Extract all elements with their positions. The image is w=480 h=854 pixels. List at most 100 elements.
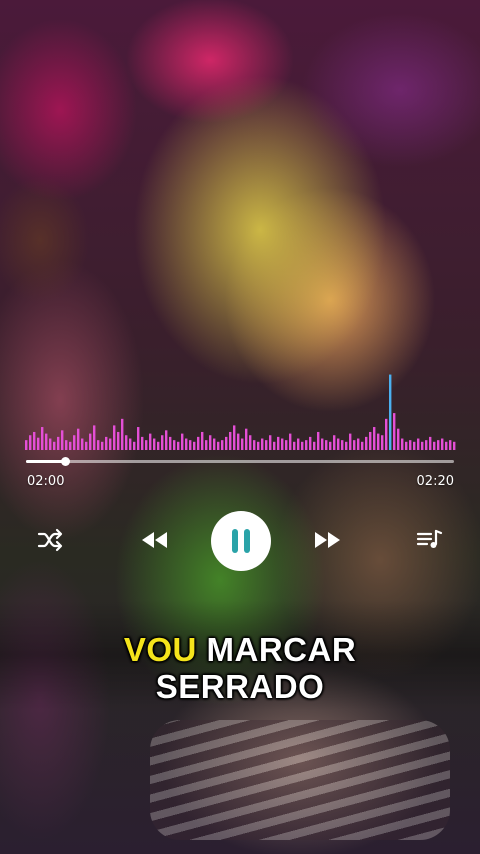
playlist-button[interactable] bbox=[416, 528, 444, 552]
visualizer-bar bbox=[297, 438, 300, 450]
visualizer-bar bbox=[441, 438, 444, 450]
visualizer-bar bbox=[345, 441, 348, 450]
visualizer-bar bbox=[313, 441, 316, 450]
visualizer-bar bbox=[209, 435, 212, 450]
shuffle-button[interactable] bbox=[36, 528, 64, 552]
visualizer-bar bbox=[33, 431, 36, 450]
visualizer-bar bbox=[93, 425, 96, 450]
visualizer-bar bbox=[405, 441, 408, 450]
rewind-button[interactable] bbox=[139, 529, 169, 551]
background-stripe-pattern bbox=[150, 720, 450, 840]
visualizer-bar bbox=[105, 436, 108, 450]
visualizer-bar bbox=[213, 438, 216, 450]
visualizer-bar bbox=[269, 435, 272, 450]
lyrics-caption: VOU MARCAR SERRADO bbox=[0, 631, 480, 705]
visualizer-bar bbox=[37, 437, 40, 450]
playlist-icon bbox=[416, 529, 443, 548]
visualizer-bar bbox=[133, 441, 136, 450]
visualizer-bar bbox=[85, 441, 88, 450]
lyrics-line-1-rest: MARCAR bbox=[196, 631, 357, 668]
visualizer-bar bbox=[129, 438, 132, 450]
visualizer-bar bbox=[301, 441, 304, 450]
visualizer-bar bbox=[121, 418, 124, 450]
progress-fill bbox=[26, 460, 65, 463]
visualizer-bar bbox=[417, 438, 420, 450]
visualizer-bar bbox=[101, 441, 104, 450]
visualizer-bar bbox=[341, 440, 344, 450]
visualizer-bar bbox=[381, 435, 384, 450]
progress-bar[interactable] bbox=[26, 457, 454, 466]
visualizer-bar bbox=[449, 440, 452, 450]
visualizer-bar bbox=[429, 436, 432, 450]
visualizer-bar bbox=[305, 440, 308, 450]
visualizer-bar bbox=[293, 441, 296, 450]
visualizer-bar bbox=[113, 425, 116, 450]
visualizer-bar bbox=[25, 440, 28, 450]
lyrics-line-1: VOU MARCAR bbox=[0, 631, 480, 668]
visualizer-bar bbox=[65, 440, 68, 450]
visualizer-bar bbox=[109, 438, 112, 450]
visualizer-bar bbox=[317, 431, 320, 450]
visualizer-bar bbox=[53, 441, 56, 450]
visualizer-bar bbox=[77, 428, 80, 450]
progress-thumb[interactable] bbox=[60, 457, 70, 466]
visualizer-bar bbox=[117, 431, 120, 450]
visualizer-bar bbox=[329, 441, 332, 450]
visualizer-bar bbox=[145, 440, 148, 450]
visualizer-bar bbox=[433, 441, 436, 450]
visualizer-bar bbox=[401, 438, 404, 450]
visualizer-bar bbox=[181, 433, 184, 450]
visualizer-bar bbox=[373, 427, 376, 450]
visualizer-bar bbox=[189, 440, 192, 450]
visualizer-bar bbox=[249, 435, 252, 450]
visualizer-bar bbox=[357, 438, 360, 450]
rewind-icon bbox=[142, 532, 167, 548]
visualizer-bar bbox=[49, 438, 52, 450]
visualizer-bar bbox=[257, 441, 260, 450]
visualizer-bar bbox=[141, 436, 144, 450]
visualizer-bar bbox=[237, 433, 240, 450]
fast-forward-icon bbox=[315, 532, 340, 548]
pause-button[interactable] bbox=[211, 511, 271, 571]
visualizer-bar bbox=[421, 441, 424, 450]
visualizer-bar bbox=[333, 435, 336, 450]
visualizer-bar bbox=[265, 440, 268, 450]
visualizer-bar bbox=[337, 438, 340, 450]
visualizer-bar bbox=[169, 436, 172, 450]
lyrics-highlighted-word: VOU bbox=[123, 631, 197, 668]
visualizer-bar bbox=[277, 436, 280, 450]
visualizer-bar bbox=[61, 430, 64, 450]
visualizer-bar bbox=[389, 374, 392, 450]
visualizer-bar bbox=[453, 441, 456, 450]
shuffle-icon bbox=[37, 528, 63, 552]
visualizer-bar bbox=[233, 425, 236, 450]
visualizer-bar bbox=[221, 440, 224, 450]
visualizer-bar bbox=[281, 438, 284, 450]
visualizer-bar bbox=[353, 440, 356, 450]
visualizer-bar bbox=[397, 428, 400, 450]
visualizer-bar bbox=[161, 435, 164, 450]
visualizer-bar bbox=[253, 440, 256, 450]
visualizer-bar bbox=[225, 436, 228, 450]
pause-icon bbox=[232, 529, 250, 553]
fast-forward-button[interactable] bbox=[313, 529, 343, 551]
visualizer-bar bbox=[325, 440, 328, 450]
visualizer-bar bbox=[369, 431, 372, 450]
visualizer-bar bbox=[385, 418, 388, 450]
visualizer-bar bbox=[157, 441, 160, 450]
visualizer-bar bbox=[425, 440, 428, 450]
visualizer-bar bbox=[57, 436, 60, 450]
visualizer-bar bbox=[217, 441, 220, 450]
visualizer-bar bbox=[45, 433, 48, 450]
visualizer-bar bbox=[201, 431, 204, 450]
total-time: 02:20 bbox=[416, 474, 454, 489]
visualizer-bar bbox=[245, 428, 248, 450]
visualizer-bar bbox=[185, 438, 188, 450]
audio-visualizer bbox=[25, 374, 456, 450]
visualizer-bar bbox=[229, 431, 232, 450]
visualizer-bar bbox=[349, 433, 352, 450]
visualizer-bar bbox=[173, 440, 176, 450]
visualizer-bar bbox=[437, 440, 440, 450]
visualizer-bar bbox=[365, 436, 368, 450]
visualizer-bar bbox=[261, 438, 264, 450]
